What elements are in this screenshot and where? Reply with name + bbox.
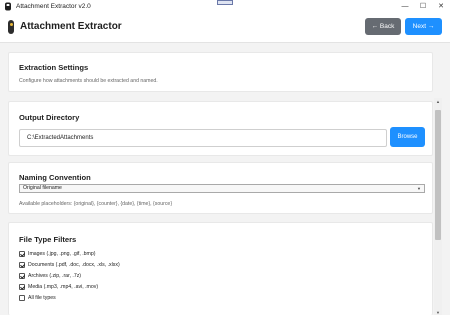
naming-convention-card: Naming Convention Original filename ▼ Av…: [8, 162, 433, 214]
browse-button[interactable]: Browse: [390, 127, 425, 147]
scrollbar-thumb[interactable]: [435, 110, 441, 240]
minimize-button[interactable]: —: [396, 0, 414, 12]
chevron-down-icon: ▼: [417, 186, 421, 191]
file-type-filters-title: File Type Filters: [19, 235, 77, 244]
arrow-down-icon[interactable]: ▼: [434, 309, 442, 315]
extraction-settings-card: Extraction Settings Configure how attach…: [8, 52, 433, 92]
filter-media-label: Media (.mp3, .mp4, .avi, .mov): [28, 284, 99, 290]
filter-images-label: Images (.jpg, .png, .gif, .bmp): [28, 251, 96, 257]
page-title: Attachment Extractor: [20, 21, 122, 32]
title-bar: Attachment Extractor v2.0 — ☐ ✕: [0, 0, 450, 12]
naming-convention-select[interactable]: Original filename ▼: [19, 184, 425, 193]
maximize-button[interactable]: ☐: [414, 0, 432, 12]
vertical-scrollbar[interactable]: ▲ ▼: [434, 98, 442, 315]
filter-all-types-checkbox[interactable]: [19, 295, 25, 301]
filter-archives[interactable]: Archives (.zip, .rar, .7z): [19, 272, 81, 280]
app-logo-icon: [3, 2, 12, 11]
close-button[interactable]: ✕: [432, 0, 450, 12]
arrow-up-icon[interactable]: ▲: [434, 98, 442, 104]
app-header: Attachment Extractor ← Back Next →: [0, 12, 450, 43]
window-title: Attachment Extractor v2.0: [16, 2, 91, 10]
output-directory-title: Output Directory: [19, 113, 80, 122]
filter-archives-checkbox[interactable]: [19, 273, 25, 279]
filter-all-types-label: All file types: [28, 295, 56, 301]
filter-documents-checkbox[interactable]: [19, 262, 25, 268]
taskbar-thumbnail: [217, 0, 233, 5]
filter-images-checkbox[interactable]: [19, 251, 25, 257]
filter-all-types[interactable]: All file types: [19, 294, 56, 302]
filter-documents[interactable]: Documents (.pdf, .doc, .docx, .xls, .xls…: [19, 261, 120, 269]
filter-media-checkbox[interactable]: [19, 284, 25, 290]
filter-documents-label: Documents (.pdf, .doc, .docx, .xls, .xls…: [28, 262, 120, 268]
placeholders-note: Available placeholders: {original}, {cou…: [19, 201, 173, 207]
next-button[interactable]: Next →: [405, 18, 442, 35]
filter-media[interactable]: Media (.mp3, .mp4, .avi, .mov): [19, 283, 98, 291]
output-directory-input[interactable]: C:\ExtractedAttachments: [19, 129, 387, 147]
naming-convention-title: Naming Convention: [19, 173, 91, 182]
brand-logo-icon: [8, 20, 14, 34]
filter-images[interactable]: Images (.jpg, .png, .gif, .bmp): [19, 250, 95, 258]
naming-convention-selected: Original filename: [23, 185, 62, 191]
extraction-settings-title: Extraction Settings: [19, 63, 89, 72]
output-directory-card: Output Directory C:\ExtractedAttachments…: [8, 101, 433, 156]
filter-archives-label: Archives (.zip, .rar, .7z): [28, 273, 82, 279]
extraction-settings-description: Configure how attachments should be extr…: [19, 78, 158, 84]
file-type-filters-card: File Type Filters Images (.jpg, .png, .g…: [8, 222, 433, 315]
back-button[interactable]: ← Back: [365, 18, 401, 35]
window-controls: — ☐ ✕: [396, 0, 450, 12]
